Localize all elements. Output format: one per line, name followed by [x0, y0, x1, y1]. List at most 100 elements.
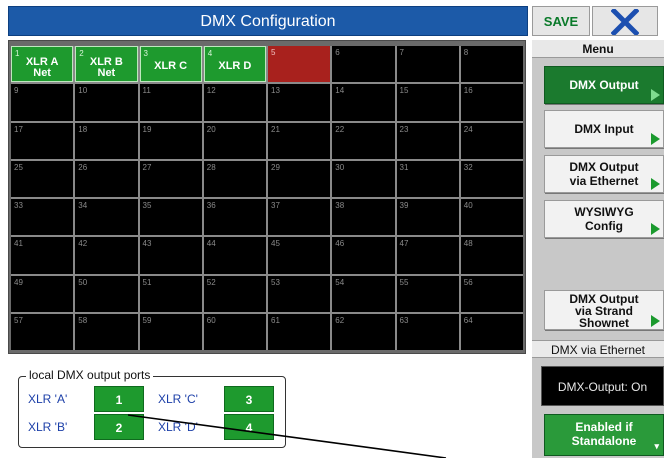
close-button[interactable] — [592, 6, 658, 36]
universe-cell[interactable]: 20 — [203, 122, 266, 159]
xlr-c-label: XLR 'C' — [158, 392, 198, 406]
arrow-icon — [651, 223, 660, 235]
universe-number: 34 — [78, 201, 88, 210]
universe-number: 52 — [206, 277, 216, 287]
universe-number: 51 — [142, 277, 152, 287]
universe-cell[interactable]: 45 — [268, 237, 331, 274]
universe-number: 16 — [463, 86, 473, 96]
universe-number: 18 — [78, 124, 88, 134]
xlr-b-port-button[interactable]: 2 — [94, 414, 144, 440]
universe-cell[interactable]: 44 — [203, 237, 266, 274]
universe-cell[interactable]: 10 — [75, 84, 138, 121]
xlr-d-port-button[interactable]: 4 — [224, 414, 274, 440]
universe-cell[interactable]: 13 — [268, 84, 331, 121]
save-button[interactable]: SAVE — [532, 6, 590, 36]
universe-cell[interactable]: 2 XLR B Net — [75, 46, 138, 83]
universe-number: 19 — [142, 124, 152, 134]
menu-wysiwyg-config-button[interactable]: WYSIWYG Config — [544, 200, 664, 238]
universe-cell[interactable]: 38 — [332, 199, 395, 236]
universe-cell[interactable]: 1 XLR A Net — [11, 46, 74, 83]
universe-cell[interactable]: 37 — [268, 199, 331, 236]
xlr-c-port-button[interactable]: 3 — [224, 386, 274, 412]
universe-cell[interactable]: 46 — [332, 237, 395, 274]
universe-cell[interactable]: 4 XLR D — [203, 46, 266, 83]
universe-cell[interactable]: 47 — [396, 237, 459, 274]
universe-cell[interactable]: 6 — [332, 46, 395, 83]
universe-cell[interactable]: 16 — [460, 84, 523, 121]
universe-cell[interactable]: 35 — [139, 199, 202, 236]
universe-number: 30 — [335, 162, 345, 172]
universe-cell[interactable]: 31 — [396, 160, 459, 197]
universe-cell[interactable]: 18 — [75, 122, 138, 159]
universe-number: 62 — [335, 315, 345, 325]
universe-number: 21 — [271, 124, 280, 134]
universe-name: XLR C — [154, 60, 188, 72]
universe-cell[interactable]: 51 — [139, 275, 202, 312]
universe-cell[interactable]: 53 — [268, 275, 331, 312]
universe-cell[interactable]: 64 — [460, 313, 523, 350]
menu-dmx-output-ethernet-button[interactable]: DMX Output via Ethernet — [544, 155, 664, 193]
universe-cell[interactable]: 32 — [460, 160, 523, 197]
universe-cell[interactable]: 21 — [268, 122, 331, 159]
universe-number: 57 — [14, 315, 23, 325]
universe-cell[interactable]: 56 — [460, 275, 523, 312]
universe-cell[interactable]: 7 — [396, 46, 459, 83]
universe-number: 7 — [399, 48, 404, 57]
universe-number: 44 — [206, 239, 216, 249]
xlr-a-port-button[interactable]: 1 — [94, 386, 144, 412]
universe-cell[interactable]: 39 — [396, 199, 459, 236]
arrow-icon — [651, 133, 660, 145]
universe-number: 17 — [14, 124, 23, 134]
universe-cell[interactable]: 26 — [75, 160, 138, 197]
universe-cell[interactable]: 11 — [139, 84, 202, 121]
universe-cell[interactable]: 36 — [203, 199, 266, 236]
universe-cell[interactable]: 27 — [139, 160, 202, 197]
universe-number: 20 — [206, 124, 216, 134]
universe-cell[interactable]: 25 — [11, 160, 74, 197]
universe-cell[interactable]: 57 — [11, 313, 74, 350]
universe-number: 23 — [399, 124, 409, 134]
universe-cell[interactable]: 41 — [11, 237, 74, 274]
universe-cell[interactable]: 28 — [203, 160, 266, 197]
universe-cell[interactable]: 43 — [139, 237, 202, 274]
universe-number: 63 — [399, 315, 409, 325]
universe-cell[interactable]: 29 — [268, 160, 331, 197]
universe-number: 9 — [14, 86, 19, 96]
universe-cell[interactable]: 49 — [11, 275, 74, 312]
universe-cell[interactable]: 23 — [396, 122, 459, 159]
universe-cell[interactable]: 5 — [268, 46, 331, 83]
universe-number: 47 — [399, 239, 409, 249]
universe-cell[interactable]: 3 XLR C — [139, 46, 202, 83]
universe-cell[interactable]: 15 — [396, 84, 459, 121]
universe-cell[interactable]: 8 — [460, 46, 523, 83]
universe-cell[interactable]: 34 — [75, 199, 138, 236]
universe-cell[interactable]: 61 — [268, 313, 331, 350]
universe-cell[interactable]: 54 — [332, 275, 395, 312]
universe-cell[interactable]: 33 — [11, 199, 74, 236]
universe-cell[interactable]: 9 — [11, 84, 74, 121]
universe-cell[interactable]: 19 — [139, 122, 202, 159]
universe-cell[interactable]: 59 — [139, 313, 202, 350]
menu-dmx-output-button[interactable]: DMX Output — [544, 66, 664, 104]
universe-cell[interactable]: 42 — [75, 237, 138, 274]
universe-cell[interactable]: 12 — [203, 84, 266, 121]
universe-cell[interactable]: 58 — [75, 313, 138, 350]
universe-number: 48 — [463, 239, 473, 249]
universe-cell[interactable]: 63 — [396, 313, 459, 350]
universe-cell[interactable]: 62 — [332, 313, 395, 350]
universe-number: 6 — [335, 48, 340, 57]
universe-cell[interactable]: 30 — [332, 160, 395, 197]
menu-dmx-output-shownet-button[interactable]: DMX Output via Strand Shownet — [544, 290, 664, 330]
enabled-if-standalone-button[interactable]: Enabled if Standalone ▾ — [544, 414, 664, 456]
universe-cell[interactable]: 48 — [460, 237, 523, 274]
universe-cell[interactable]: 60 — [203, 313, 266, 350]
universe-cell[interactable]: 24 — [460, 122, 523, 159]
universe-cell[interactable]: 50 — [75, 275, 138, 312]
menu-dmx-input-button[interactable]: DMX Input — [544, 110, 664, 148]
universe-cell[interactable]: 40 — [460, 199, 523, 236]
universe-cell[interactable]: 22 — [332, 122, 395, 159]
universe-cell[interactable]: 17 — [11, 122, 74, 159]
universe-cell[interactable]: 55 — [396, 275, 459, 312]
universe-cell[interactable]: 14 — [332, 84, 395, 121]
universe-cell[interactable]: 52 — [203, 275, 266, 312]
